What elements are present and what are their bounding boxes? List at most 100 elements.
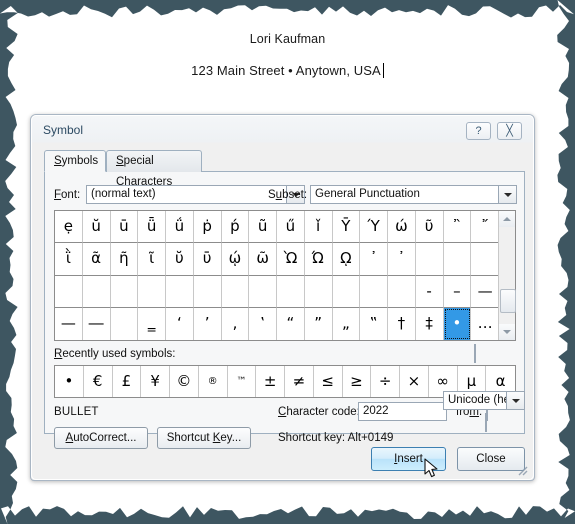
symbol-cell[interactable]: ṗ <box>193 211 222 244</box>
symbol-cell[interactable]: … <box>471 308 499 340</box>
symbol-cell[interactable]: † <box>388 307 416 340</box>
document-address-line: 123 Main Street • Anytown, USA <box>0 63 575 78</box>
symbol-cell[interactable]: ű <box>277 211 305 244</box>
symbol-cell[interactable]: ‛ <box>249 307 277 340</box>
symbol-cell[interactable] <box>360 275 388 308</box>
symbol-cell[interactable]: ῴ <box>221 243 250 276</box>
symbol-cell[interactable]: ῠ <box>166 243 194 276</box>
symbol-cell[interactable]: – <box>443 275 472 308</box>
symbol-cell[interactable] <box>471 243 499 276</box>
recent-symbol-cell[interactable]: ± <box>256 366 285 397</box>
symbol-cell[interactable] <box>277 275 305 308</box>
character-code-value: 2022 <box>363 405 389 417</box>
symbol-cell[interactable]: — <box>471 276 499 308</box>
symbol-cell[interactable]: ŭ <box>82 211 111 244</box>
symbol-cell[interactable]: ῒ <box>55 243 83 276</box>
symbol-cell[interactable]: ǐ <box>304 211 333 244</box>
recent-symbol-cell[interactable]: € <box>84 366 113 397</box>
symbol-cell-selected[interactable]: • <box>443 307 472 340</box>
symbol-cell[interactable] <box>193 275 222 308</box>
symbol-cell[interactable] <box>415 243 444 276</box>
shortcut-key-text: Shortcut key: Alt+0149 <box>278 432 394 444</box>
character-code-input[interactable]: 2022 <box>358 402 447 421</box>
symbol-cell[interactable]: ᾿ <box>388 243 416 276</box>
symbol-cell[interactable] <box>304 275 333 308</box>
symbol-cell[interactable]: ṕ <box>221 211 250 244</box>
symbol-cell[interactable] <box>221 275 250 308</box>
symbol-cell[interactable] <box>388 275 416 308</box>
help-icon[interactable]: ? <box>466 122 491 140</box>
recent-symbol-cell[interactable]: © <box>170 366 199 397</box>
symbol-cell[interactable]: ũ <box>249 211 277 244</box>
symbol-cell[interactable] <box>443 243 472 276</box>
symbol-cell[interactable]: ‟ <box>360 307 388 340</box>
close-button[interactable]: Close <box>457 447 525 471</box>
symbol-cell[interactable]: ‚ <box>222 307 250 340</box>
symbol-cell[interactable]: ᾽ <box>360 243 388 276</box>
symbol-cell[interactable]: ᾶ <box>82 243 111 276</box>
symbol-cell[interactable]: ǖ <box>138 211 166 244</box>
scroll-down-icon[interactable] <box>499 324 515 340</box>
symbol-cell[interactable]: ’ <box>194 307 222 340</box>
symbol-cell[interactable] <box>110 275 139 308</box>
symbol-cell[interactable]: ῶ <box>249 243 277 276</box>
symbol-cell[interactable]: „ <box>333 307 361 340</box>
symbol-cell[interactable]: ῍ <box>443 211 472 244</box>
chevron-down-icon[interactable] <box>498 186 516 203</box>
recent-symbol-cell[interactable]: × <box>400 366 429 397</box>
recent-symbol-cell[interactable]: ≤ <box>314 366 343 397</box>
recent-symbol-cell[interactable]: ™ <box>228 366 257 397</box>
symbol-cell[interactable] <box>332 275 361 308</box>
symbol-cell[interactable] <box>111 307 139 340</box>
from-select[interactable]: Unicode (hex) <box>443 391 525 410</box>
tab-symbols[interactable]: Symbols <box>44 150 106 172</box>
subset-select[interactable]: General Punctuation <box>310 185 517 204</box>
scroll-up-icon[interactable] <box>499 211 515 227</box>
recent-symbol-cell[interactable]: ÷ <box>371 366 400 397</box>
symbol-cell[interactable]: ‐ <box>415 275 444 308</box>
autocorrect-button[interactable]: AutoCorrect... <box>54 427 148 449</box>
recent-symbol-cell[interactable]: ≥ <box>343 366 372 397</box>
recent-symbol-cell[interactable]: • <box>55 366 84 397</box>
mouse-cursor <box>424 458 440 485</box>
symbol-cell[interactable]: Ὼ <box>277 243 305 276</box>
recent-symbol-cell[interactable]: ® <box>199 366 228 397</box>
symbol-cell[interactable] <box>55 275 83 308</box>
shortcut-key-button[interactable]: Shortcut Key... <box>157 427 251 449</box>
chevron-down-icon[interactable] <box>506 392 524 409</box>
symbol-cell[interactable]: ‗ <box>138 307 166 340</box>
dialog-titlebar[interactable]: Symbol ? ╳ <box>32 116 533 146</box>
symbol-cell[interactable]: “ <box>277 307 305 340</box>
symbol-cell[interactable]: — <box>55 307 83 340</box>
symbol-cell[interactable]: ῼ <box>332 243 361 276</box>
symbol-cell[interactable] <box>138 275 166 308</box>
close-icon[interactable]: ╳ <box>497 122 522 140</box>
symbol-cell[interactable]: ῡ <box>193 243 222 276</box>
symbol-cell[interactable] <box>166 275 194 308</box>
symbol-cell[interactable]: ẹ <box>55 211 83 244</box>
recent-symbol-cell[interactable]: ≠ <box>285 366 314 397</box>
symbol-grid-scrollbar[interactable] <box>498 211 516 340</box>
symbol-cell[interactable]: ῎ <box>471 211 499 244</box>
recent-symbol-cell[interactable]: £ <box>113 366 142 397</box>
symbol-cell[interactable]: ǘ <box>166 211 194 244</box>
symbol-cell[interactable]: Ȳ <box>332 211 361 244</box>
symbol-grid[interactable]: ẹ ŭ ū ǖ ǘ ṗ ṕ ũ ű ǐ Ȳ Ύώ ῦ ῍ ῎ ῒ ᾶ ῆ ῖ ῠ ῡ ῴ ῶ Ὼ Ώ ῼ ᾽ ᾿ ‐ – — — ― ‗ ‘’ ‚ ‛ “… <box>55 211 499 340</box>
tab-special-characters[interactable]: Special Characters <box>106 150 202 188</box>
symbol-cell[interactable]: Ώ <box>304 243 333 276</box>
symbol-cell[interactable]: ῦ <box>415 211 444 244</box>
recent-symbol-cell[interactable]: ¥ <box>141 366 170 397</box>
symbol-cell[interactable]: ῖ <box>138 243 166 276</box>
symbol-cell[interactable]: ‘ <box>166 307 194 340</box>
symbol-cell[interactable]: ū <box>110 211 139 244</box>
symbol-cell[interactable]: ώ <box>388 211 416 244</box>
symbol-cell[interactable] <box>249 275 277 308</box>
symbol-cell[interactable]: ῆ <box>110 243 139 276</box>
subset-select-value: General Punctuation <box>315 188 420 200</box>
symbol-cell[interactable]: ― <box>83 307 111 340</box>
symbol-cell[interactable] <box>82 275 111 308</box>
symbol-cell[interactable]: ” <box>305 307 333 340</box>
symbol-cell[interactable]: ‡ <box>416 307 444 340</box>
symbol-cell[interactable]: Ύ <box>360 211 388 244</box>
scrollbar-thumb[interactable] <box>500 289 516 313</box>
